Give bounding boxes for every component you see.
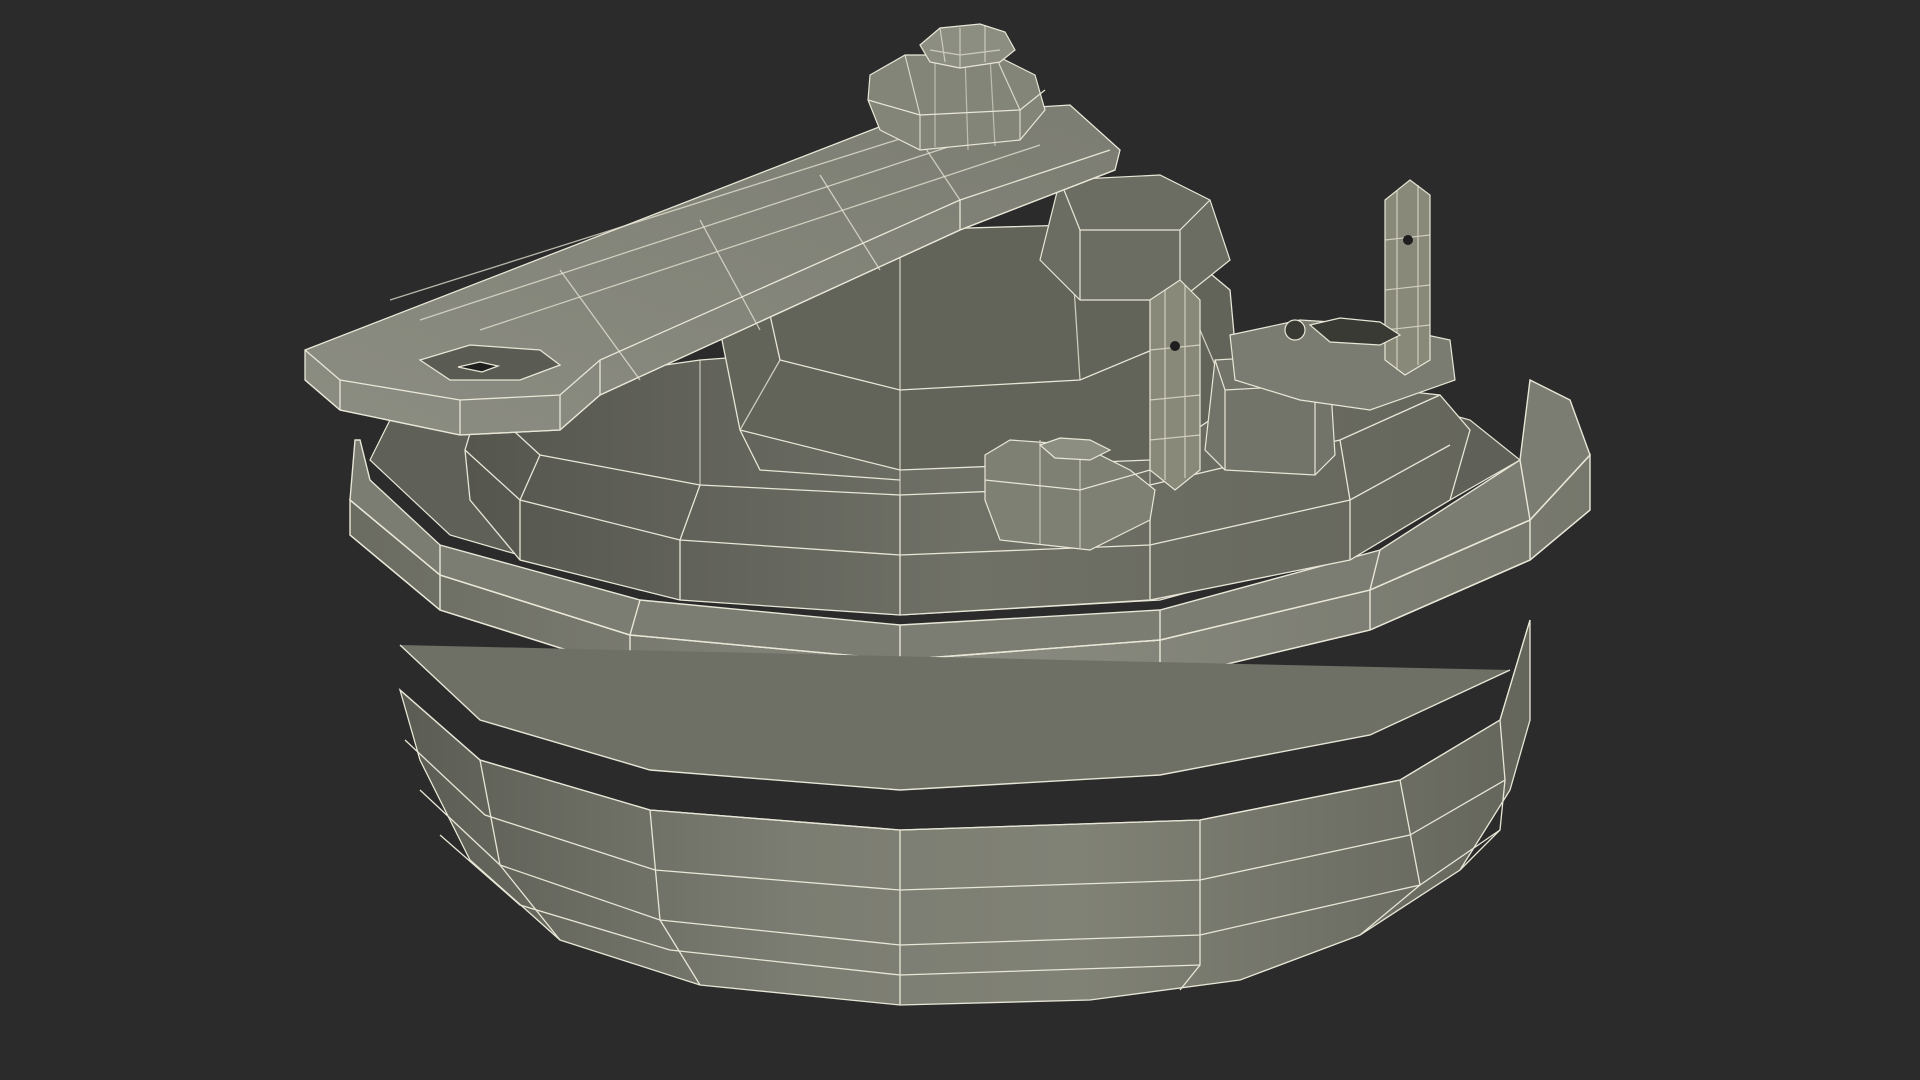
horn-wireframe-render: [304, 23, 1591, 1006]
terminal-bracket-right: [1229, 179, 1456, 411]
dome-cap: [1039, 174, 1231, 301]
render-viewport: [0, 0, 1920, 1080]
hex-nut: [867, 23, 1046, 151]
